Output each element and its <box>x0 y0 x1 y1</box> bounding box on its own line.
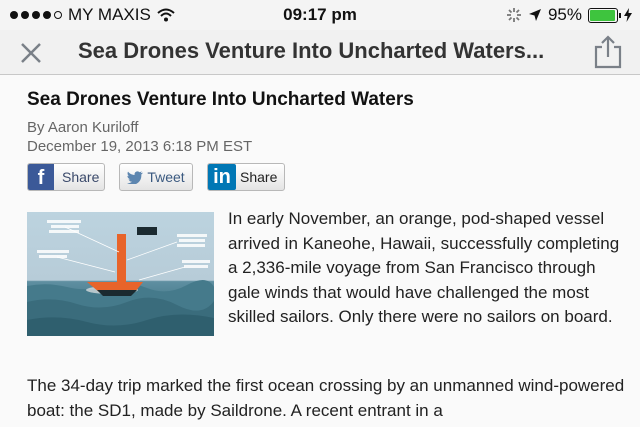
twitter-tweet-label: Tweet <box>147 169 185 185</box>
activity-icon <box>506 8 521 22</box>
facebook-icon: f <box>28 164 54 190</box>
battery-percent: 95% <box>547 5 582 24</box>
charging-icon <box>624 8 632 22</box>
social-share-bar: f Share Tweet in Share <box>27 163 285 191</box>
nav-title: Sea Drones Venture Into Uncharted Waters… <box>78 38 545 63</box>
battery-fill <box>590 9 615 21</box>
linkedin-icon: in <box>208 164 236 190</box>
facebook-share-button[interactable]: f Share <box>27 163 105 191</box>
status-bar: MY MAXIS 09:17 pm 95% <box>0 0 640 30</box>
status-right: 95% <box>506 5 632 25</box>
article-content: Sea Drones Venture Into Uncharted Waters… <box>0 75 640 427</box>
article-headline: Sea Drones Venture Into Uncharted Waters <box>27 89 414 110</box>
nav-bar: Sea Drones Venture Into Uncharted Waters… <box>0 30 640 75</box>
location-arrow-icon <box>528 9 541 21</box>
facebook-share-label: Share <box>62 169 100 185</box>
linkedin-share-label: Share <box>240 169 278 185</box>
article-date: December 19, 2013 6:18 PM EST <box>27 138 253 155</box>
battery-icon <box>588 7 621 23</box>
article-byline: By Aaron Kuriloff <box>27 119 139 136</box>
close-icon[interactable] <box>16 38 46 68</box>
twitter-tweet-button[interactable]: Tweet <box>119 163 193 191</box>
share-icon[interactable] <box>592 35 624 69</box>
twitter-bird-icon <box>127 170 144 184</box>
article-photo-sea-drone[interactable] <box>27 212 214 336</box>
linkedin-share-button[interactable]: in Share <box>207 163 285 191</box>
article-lead-paragraph: In early November, an orange, pod-shaped… <box>228 209 620 326</box>
article-paragraph: The 34-day trip marked the first ocean c… <box>27 376 625 420</box>
